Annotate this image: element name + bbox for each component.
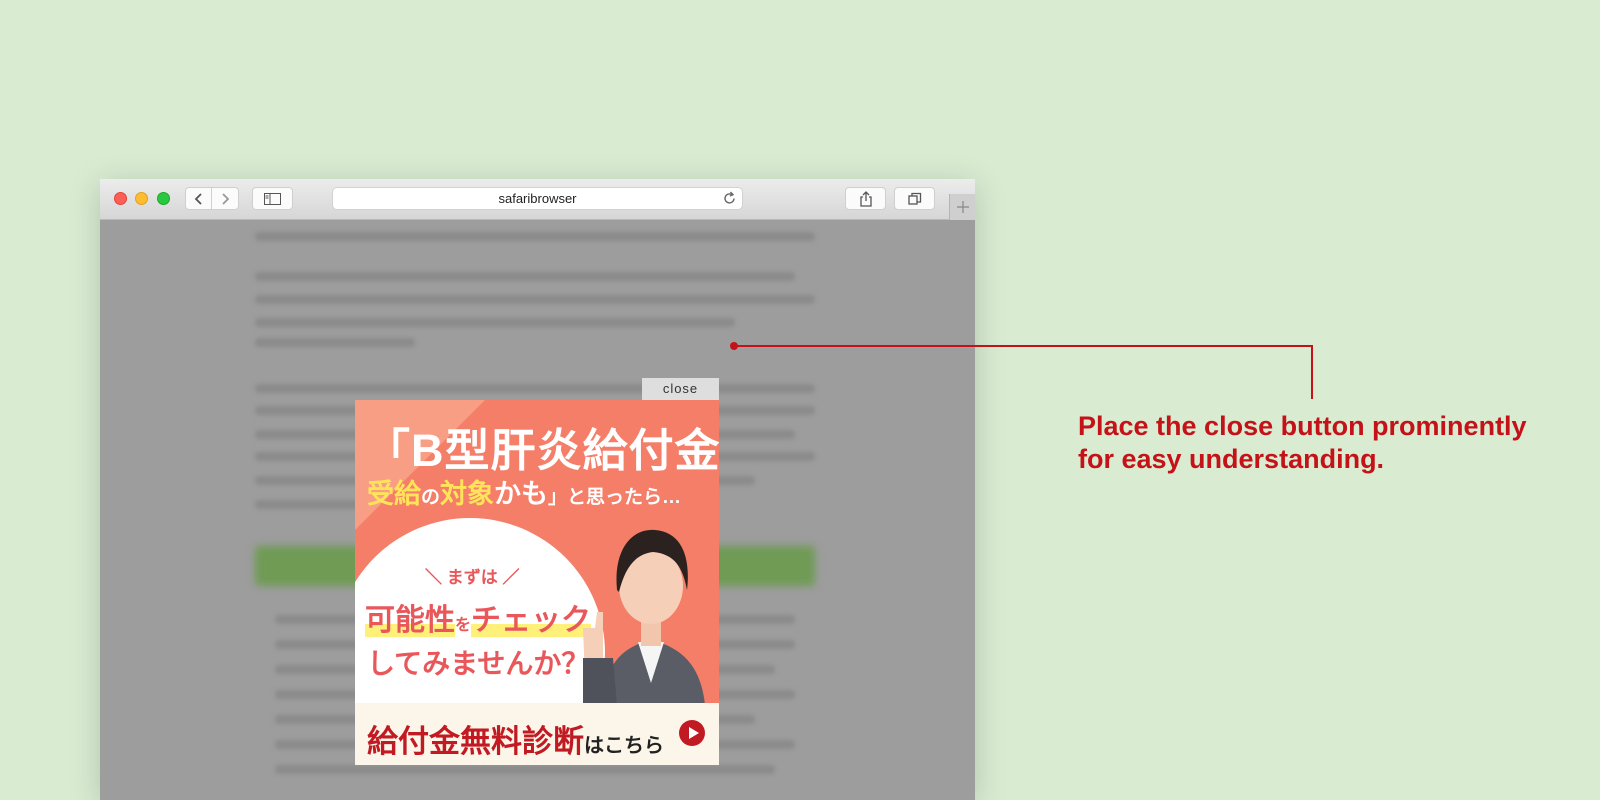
reload-icon[interactable] bbox=[722, 191, 737, 206]
annotation-note: Place the close button prominently for e… bbox=[1078, 410, 1578, 476]
ad-ask-line: してみませんか？ bbox=[367, 648, 590, 679]
plus-icon bbox=[956, 201, 969, 213]
ad-cta[interactable]: 給付金無料診断はこちら bbox=[355, 703, 719, 765]
address-bar[interactable]: safaribrowser bbox=[332, 187, 743, 210]
share-icon bbox=[859, 190, 872, 207]
address-bar-text: safaribrowser bbox=[498, 191, 577, 206]
sidebar-icon bbox=[264, 192, 281, 205]
ad-check-line: 可能性をチェック bbox=[365, 595, 592, 639]
share-button[interactable] bbox=[845, 187, 886, 210]
ad-cta-main: 給付金無料診断 bbox=[367, 724, 584, 759]
annotation-line-2: for easy understanding. bbox=[1078, 444, 1385, 474]
ad-sub-yellow-1: 受給 bbox=[367, 479, 421, 509]
ad-close-button[interactable]: close bbox=[642, 378, 719, 400]
ad-sub-white-1: の bbox=[421, 487, 441, 508]
chevron-right-icon bbox=[222, 192, 230, 205]
businesswoman-image bbox=[583, 529, 705, 705]
ad-small-prompt: ＼ まずは ／ bbox=[425, 568, 520, 587]
blurred-page-content: close 「B型肝炎給付金 受給の対象かも」と思ったら… ＼ まずは ／ 可能… bbox=[100, 220, 975, 800]
show-tabs-button[interactable] bbox=[894, 187, 935, 210]
ad-cta-suffix: はこちら bbox=[584, 735, 664, 757]
ad-banner[interactable]: 「B型肝炎給付金 受給の対象かも」と思ったら… ＼ まずは ／ 可能性をチェック… bbox=[355, 400, 719, 765]
close-window-button[interactable] bbox=[114, 192, 127, 205]
callout-line-vertical bbox=[1311, 345, 1313, 399]
browser-toolbar: safaribrowser bbox=[100, 179, 975, 220]
browser-window: safaribrowser close 「B型肝炎給付金 受給の対象かも」と思っ… bbox=[100, 179, 975, 800]
sidebar-toggle-button[interactable] bbox=[252, 187, 293, 210]
ad-check-joiner: を bbox=[455, 617, 472, 634]
new-tab-button[interactable] bbox=[949, 194, 975, 220]
ad-check-part-2: チェック bbox=[471, 604, 592, 637]
annotation-line-1: Place the close button prominently bbox=[1078, 411, 1527, 441]
callout-line-horizontal bbox=[734, 345, 1313, 347]
ad-subheadline: 受給の対象かも」と思ったら… bbox=[367, 472, 681, 511]
zoom-window-button[interactable] bbox=[157, 192, 170, 205]
ad-check-part-1: 可能性 bbox=[365, 604, 455, 637]
ad-cta-text: 給付金無料診断はこちら bbox=[367, 716, 664, 761]
back-button[interactable] bbox=[185, 187, 212, 210]
ad-sub-yellow-2: 対象 bbox=[440, 479, 495, 509]
ad-sub-rest: 」と思ったら… bbox=[548, 487, 682, 508]
minimize-window-button[interactable] bbox=[135, 192, 148, 205]
chevron-left-icon bbox=[194, 192, 202, 205]
tabs-icon bbox=[907, 192, 921, 205]
play-arrow-icon[interactable] bbox=[679, 720, 705, 746]
forward-button[interactable] bbox=[212, 187, 239, 210]
ad-sub-white-2: かも bbox=[494, 479, 549, 509]
ad-headline: 「B型肝炎給付金 bbox=[365, 425, 719, 476]
